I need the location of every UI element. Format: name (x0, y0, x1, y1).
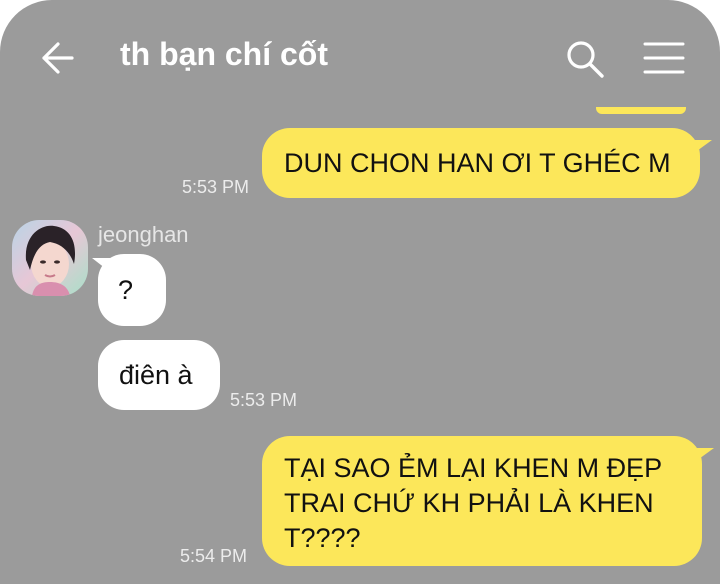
my-message-bubble[interactable]: TẠI SAO ẺM LẠI KHEN M ĐẸP TRAI CHỨ KH PH… (262, 436, 702, 566)
hamburger-menu-icon (643, 42, 685, 74)
their-message-bubble[interactable]: ? (98, 254, 166, 326)
previous-message-bubble (596, 104, 686, 114)
avatar[interactable] (12, 220, 88, 296)
message-text-line: TẠI SAO ẺM LẠI KHEN M ĐẸP (284, 453, 663, 483)
back-button[interactable] (34, 36, 82, 80)
message-text: điên à (119, 360, 193, 390)
avatar-image (12, 220, 88, 296)
their-message-bubble[interactable]: điên à (98, 340, 220, 410)
search-icon (567, 41, 604, 78)
message-time: 5:53 PM (230, 390, 298, 410)
message-text: ? (118, 275, 134, 305)
bubble-tail (690, 140, 712, 156)
sender-name: jeonghan (98, 222, 189, 247)
my-message-bubble[interactable]: DUN CHON HAN ƠI T GHÉC M (262, 128, 700, 198)
chat-title: th bạn chí cốt (120, 36, 328, 72)
chat-header: th bạn chí cốt (0, 0, 720, 112)
chat-screen: th bạn chí cốt 5:53 PM DUN CHON HAN ƠI T… (0, 0, 720, 584)
message-time: 5:54 PM (180, 546, 248, 566)
message-time: 5:53 PM (182, 177, 250, 197)
search-button[interactable] (562, 36, 608, 82)
menu-button[interactable] (640, 38, 688, 78)
arrow-left-icon (42, 42, 74, 74)
bubble-tail (692, 448, 714, 464)
message-text-line: T???? (284, 523, 361, 553)
message-text-line: TRAI CHỨ KH PHẢI LÀ KHEN (284, 488, 654, 518)
message-text: DUN CHON HAN ƠI T GHÉC M (284, 148, 671, 178)
